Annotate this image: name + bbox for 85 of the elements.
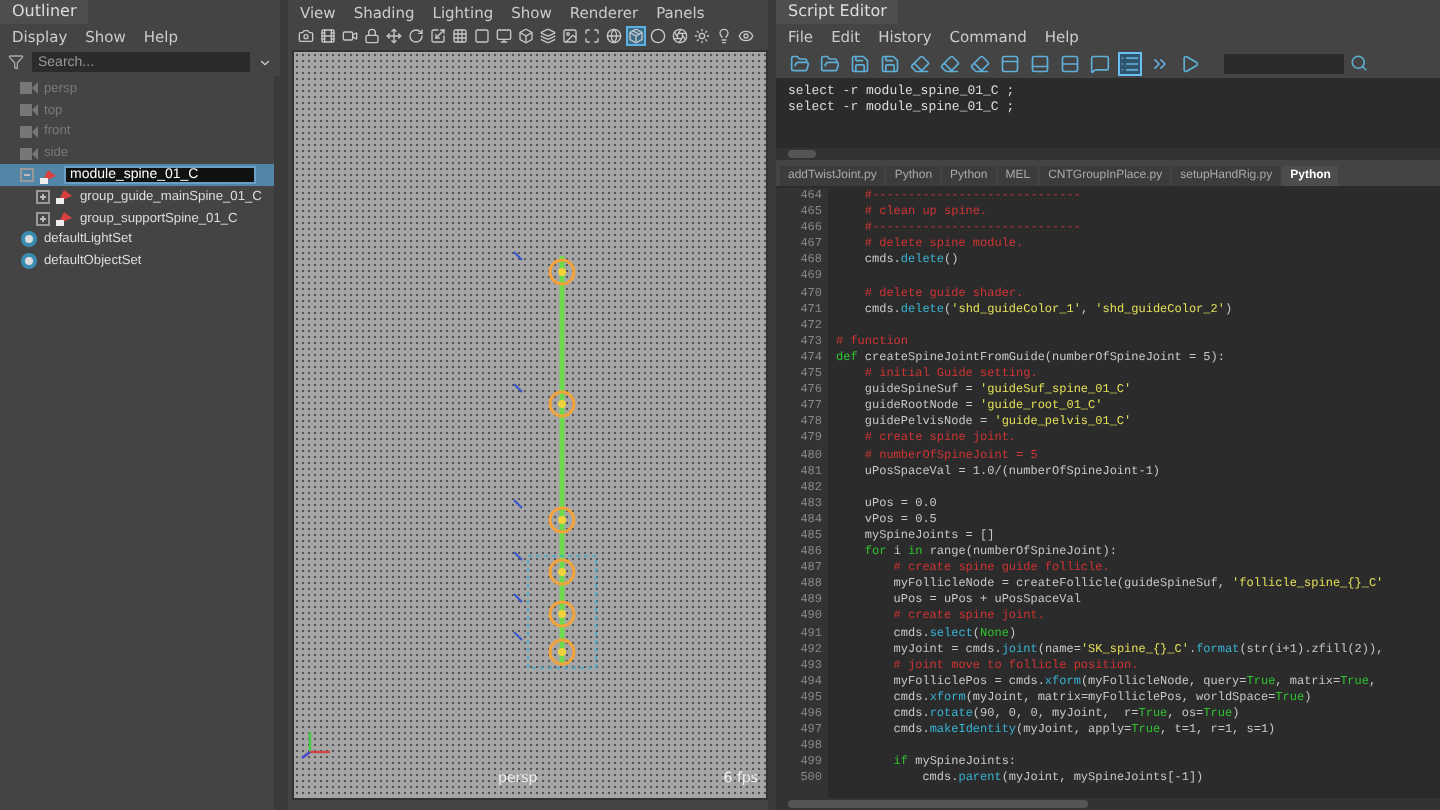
toolbar-button[interactable] — [1058, 51, 1082, 75]
eraser-icon — [910, 53, 930, 73]
toolbar-button[interactable] — [582, 25, 602, 45]
search-field[interactable] — [1224, 53, 1344, 73]
toolbar-button[interactable] — [538, 25, 558, 45]
play-icon — [1180, 53, 1200, 73]
grid-icon — [452, 27, 468, 43]
toolbar-button[interactable] — [340, 25, 360, 45]
scrollbar[interactable] — [776, 148, 1440, 160]
panel-title[interactable]: Script Editor — [776, 0, 899, 24]
image-icon — [562, 27, 578, 43]
scrollbar[interactable] — [776, 798, 1440, 810]
toolbar-button[interactable] — [472, 25, 492, 45]
dropdown-icon[interactable] — [258, 55, 272, 69]
aperture-icon — [672, 27, 688, 43]
filter-icon[interactable] — [8, 54, 24, 70]
panel-title[interactable]: Outliner — [0, 0, 89, 24]
monitor-icon — [496, 27, 512, 43]
toolbar-button[interactable] — [1028, 51, 1052, 75]
toolbar-button[interactable] — [670, 25, 690, 45]
transform-node-icon — [56, 188, 74, 205]
toolbar-button[interactable] — [362, 25, 382, 45]
expand-icon[interactable] — [36, 189, 50, 204]
search-icon[interactable] — [1350, 54, 1368, 72]
toolbar-button[interactable] — [604, 25, 624, 45]
toolbar-button[interactable] — [626, 25, 646, 45]
toolbar-button[interactable] — [692, 25, 712, 45]
toolbar-button[interactable] — [736, 25, 756, 45]
toolbar-button[interactable] — [1118, 51, 1142, 75]
toolbar-button[interactable] — [1088, 51, 1112, 75]
toolbar-button[interactable] — [406, 25, 426, 45]
rows-icon — [1060, 53, 1080, 73]
expand-icon[interactable] — [36, 211, 50, 226]
toolbar-button[interactable] — [384, 25, 404, 45]
toolbar-button[interactable] — [788, 51, 812, 75]
camera-icon — [20, 147, 38, 160]
sun-icon — [694, 27, 710, 43]
eraser-icon — [970, 53, 990, 73]
toolbar-button[interactable] — [450, 25, 470, 45]
lock-icon — [364, 27, 380, 43]
save-icon — [850, 53, 870, 73]
scale-icon — [430, 27, 446, 43]
toolbar-button[interactable] — [318, 25, 338, 45]
message-icon — [1090, 53, 1110, 73]
transform-node-icon — [56, 210, 74, 227]
eye-icon — [738, 27, 754, 43]
toolbar-button[interactable] — [968, 51, 992, 75]
toolbar-button[interactable] — [878, 51, 902, 75]
box-icon — [518, 27, 534, 43]
toolbar-button[interactable] — [296, 25, 316, 45]
toolbar-button[interactable] — [648, 25, 668, 45]
film-icon — [320, 27, 336, 43]
eraser-icon — [940, 53, 960, 73]
lightbulb-icon — [716, 27, 732, 43]
circle-icon — [650, 27, 666, 43]
toolbar-button[interactable] — [998, 51, 1022, 75]
double-chevron-icon — [1150, 53, 1170, 73]
toolbar-button[interactable] — [938, 51, 962, 75]
toolbar-button[interactable] — [848, 51, 872, 75]
camera-icon — [20, 125, 38, 138]
transform-node-icon — [40, 167, 58, 184]
toolbar-button[interactable] — [560, 25, 580, 45]
maximize-icon — [584, 27, 600, 43]
toolbar-button[interactable] — [714, 25, 734, 45]
list-icon — [1120, 53, 1140, 73]
move-icon — [386, 27, 402, 43]
rotate-icon — [408, 27, 424, 43]
layers-icon — [540, 27, 556, 43]
square-icon — [474, 27, 490, 43]
video-camera-icon — [342, 27, 358, 43]
axis-gizmo-icon — [301, 732, 330, 759]
save-icon — [880, 53, 900, 73]
toolbar-button[interactable] — [428, 25, 448, 45]
toolbar-button[interactable] — [1178, 51, 1202, 75]
toolbar-button[interactable] — [908, 51, 932, 75]
panel-bottom-icon — [1030, 53, 1050, 73]
cube-icon — [628, 27, 644, 43]
camera-icon — [20, 104, 38, 117]
toolbar-button[interactable] — [494, 25, 514, 45]
toolbar-button[interactable] — [516, 25, 536, 45]
camera-icon — [20, 82, 38, 95]
globe-icon — [606, 27, 622, 43]
camera-icon — [298, 27, 314, 43]
panel-top-icon — [1000, 53, 1020, 73]
toolbar-button[interactable] — [818, 51, 842, 75]
